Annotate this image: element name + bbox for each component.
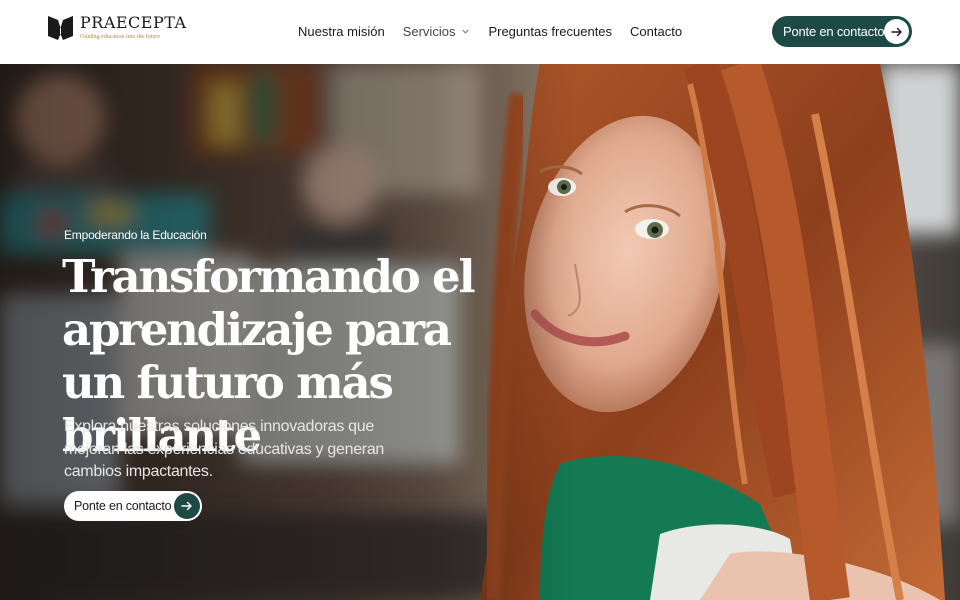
- chevron-down-icon: [462, 29, 470, 34]
- hero-subtext: Explora nuestras soluciones innovadoras …: [64, 418, 385, 480]
- main-nav: Nuestra misión Servicios Preguntas frecu…: [298, 22, 700, 40]
- hero-section: Empoderando la Educación Transformando e…: [0, 64, 960, 600]
- nav-item-servicios[interactable]: Servicios: [403, 22, 471, 40]
- nav-item-label: Preguntas frecuentes: [488, 23, 613, 39]
- logo-tagline: Guiding education into the future: [80, 34, 160, 40]
- hero-eyebrow: Empoderando la Educación: [64, 228, 207, 242]
- nav-item-label: Servicios: [402, 23, 456, 39]
- nav-item-label: Contacto: [630, 23, 683, 39]
- nav-item-contacto[interactable]: Contacto: [630, 22, 682, 40]
- hero-contact-button[interactable]: Ponte en contacto: [64, 491, 202, 521]
- nav-item-preguntas[interactable]: Preguntas frecuentes: [488, 22, 612, 40]
- book-icon: [48, 16, 73, 40]
- header-contact-button[interactable]: Ponte en contacto: [772, 16, 912, 47]
- nav-item-mision[interactable]: Nuestra misión: [298, 22, 385, 40]
- arrow-right-icon: [181, 501, 192, 511]
- arrow-circle: [174, 493, 200, 519]
- logo-name: PRAECEPTA: [80, 13, 187, 32]
- arrow-right-icon: [890, 27, 902, 36]
- site-header: PRAECEPTA Guiding education into the fut…: [0, 0, 960, 64]
- nav-item-label: Nuestra misión: [298, 23, 385, 39]
- header-contact-label: Ponte en contacto: [783, 24, 885, 39]
- logo[interactable]: PRAECEPTA Guiding education into the fut…: [48, 14, 187, 41]
- arrow-circle: [884, 19, 909, 44]
- hero-contact-label: Ponte en contacto: [74, 499, 172, 513]
